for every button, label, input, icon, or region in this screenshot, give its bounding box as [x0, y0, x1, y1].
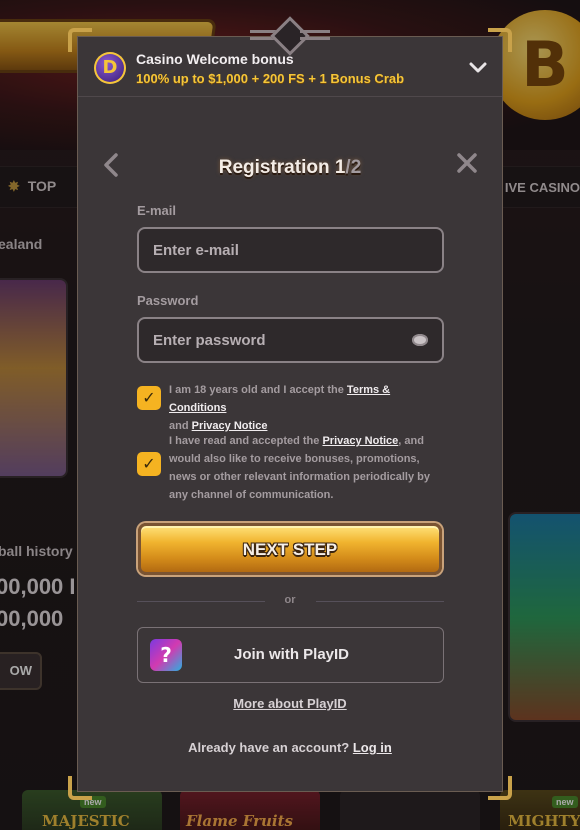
- consent-age-checkbox[interactable]: ✓: [137, 386, 161, 410]
- frame-crown-ornament: [250, 16, 330, 56]
- email-label: E-mail: [137, 203, 177, 218]
- eye-icon[interactable]: [412, 334, 428, 346]
- registration-title: Registration 1/2: [78, 157, 502, 179]
- consent-marketing-text: I have read and accepted the Privacy Not…: [169, 432, 449, 504]
- email-field[interactable]: [139, 229, 442, 271]
- password-field-wrapper: [137, 317, 444, 363]
- or-separator: or: [284, 594, 296, 606]
- consent-marketing-checkbox[interactable]: ✓: [137, 452, 161, 476]
- more-about-playid-link[interactable]: More about PlayID: [78, 696, 502, 711]
- login-link[interactable]: Log in: [353, 740, 392, 755]
- bonus-logo-icon: D: [94, 52, 126, 84]
- close-icon[interactable]: [456, 151, 478, 179]
- next-step-label: NEXT STEP: [242, 540, 338, 559]
- privacy-notice-link[interactable]: Privacy Notice: [322, 435, 398, 447]
- password-label: Password: [137, 293, 199, 308]
- login-prompt-text: Already have an account?: [188, 740, 353, 755]
- consent-age-text: I am 18 years old and I accept the Terms…: [169, 381, 449, 435]
- chevron-down-icon[interactable]: [468, 57, 488, 77]
- join-playid-label: Join with PlayID: [233, 646, 350, 663]
- password-field[interactable]: [139, 319, 442, 361]
- bonus-title: Casino Welcome bonus: [136, 51, 294, 67]
- consent-marketing-label: I have read and accepted the: [169, 435, 323, 447]
- crown-bar: [300, 30, 330, 40]
- consent-age-row: ✓ I am 18 years old and I accept the Ter…: [137, 381, 447, 432]
- divider: [316, 601, 444, 602]
- bonus-subtitle: 100% up to $1,000 + 200 FS + 1 Bonus Cra…: [136, 71, 405, 86]
- registration-modal: D Casino Welcome bonus 100% up to $1,000…: [77, 36, 503, 792]
- consent-age-and: and: [169, 420, 192, 432]
- email-field-wrapper: [137, 227, 444, 273]
- registration-total-steps: /2: [345, 157, 362, 178]
- privacy-notice-link[interactable]: Privacy Notice: [192, 420, 268, 432]
- registration-step: Registration 1: [218, 157, 346, 178]
- join-playid-button[interactable]: ? Join with PlayID: [137, 627, 444, 683]
- next-step-button[interactable]: NEXT STEP: [138, 523, 442, 575]
- consent-marketing-row: ✓ I have read and accepted the Privacy N…: [137, 432, 447, 508]
- consent-age-label: I am 18 years old and I accept the: [169, 384, 347, 396]
- login-prompt: Already have an account? Log in: [78, 740, 502, 755]
